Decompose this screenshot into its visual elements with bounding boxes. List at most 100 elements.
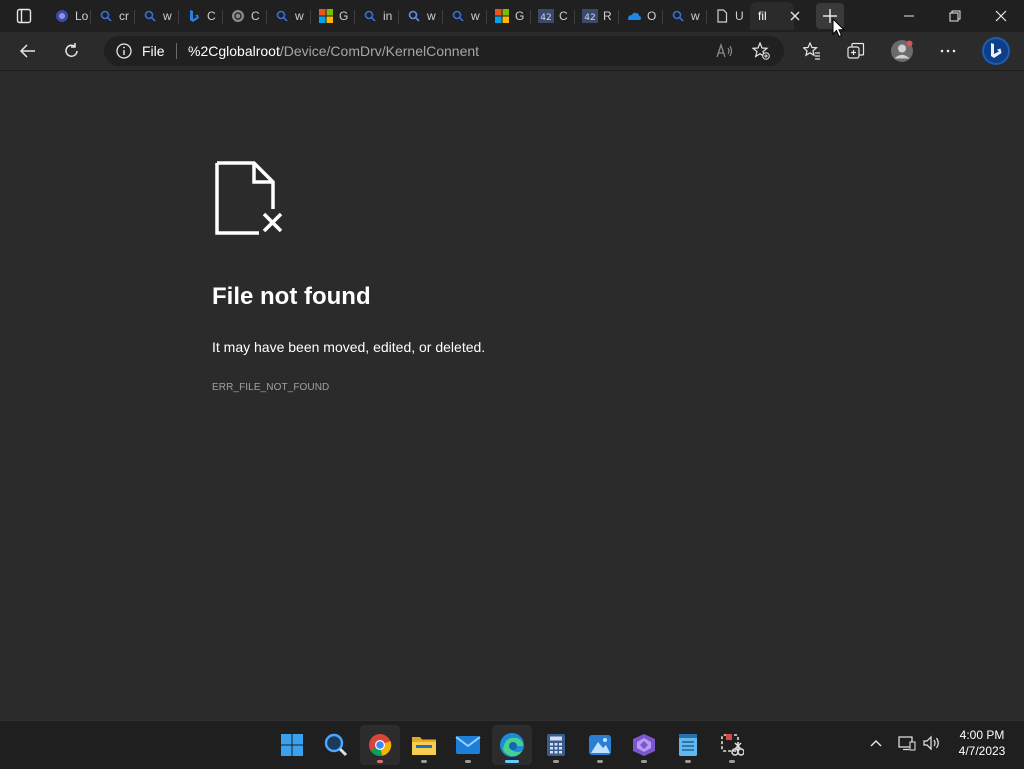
- running-indicator: [465, 760, 471, 763]
- close-icon: [790, 11, 800, 21]
- photos-icon: [589, 735, 611, 755]
- folder-icon: [412, 737, 436, 755]
- network-icon: [898, 736, 916, 751]
- search-icon: [142, 8, 158, 24]
- blue-circle-icon: [54, 8, 70, 24]
- tab[interactable]: O: [618, 2, 662, 30]
- settings-more-button[interactable]: [932, 35, 964, 67]
- tab[interactable]: U: [706, 2, 750, 30]
- search-icon: [98, 8, 114, 24]
- restore-button[interactable]: [932, 0, 978, 32]
- minimize-button[interactable]: [886, 0, 932, 32]
- tab[interactable]: C: [222, 2, 266, 30]
- tab-strip: Lo cr w C C w G in w w G 42 C 42 R O w U…: [0, 0, 1024, 32]
- search-icon: [362, 8, 378, 24]
- taskbar-edge[interactable]: [492, 725, 532, 765]
- clock[interactable]: 4:00 PM 4/7/2023: [948, 727, 1016, 759]
- close-window-button[interactable]: [978, 0, 1024, 32]
- edge-icon: [500, 733, 524, 757]
- profile-button[interactable]: [886, 35, 918, 67]
- scheme-label[interactable]: File: [142, 43, 165, 59]
- tab[interactable]: w: [398, 2, 442, 30]
- tab[interactable]: w: [134, 2, 178, 30]
- tab[interactable]: 42 C: [530, 2, 574, 30]
- tab[interactable]: C: [178, 2, 222, 30]
- tab[interactable]: cr: [90, 2, 134, 30]
- collections-button[interactable]: [840, 35, 872, 67]
- tab[interactable]: Lo: [46, 2, 90, 30]
- snipping-tool-icon: [721, 734, 744, 756]
- tab-title: in: [383, 9, 393, 23]
- active-indicator: [505, 760, 519, 763]
- bing-icon: [186, 8, 202, 24]
- tab-title: w: [295, 9, 304, 23]
- running-indicator: [553, 760, 559, 763]
- tab-title: fil: [758, 9, 767, 23]
- address-bar[interactable]: File %2Cglobalroot/Device/ComDrv/KernelC…: [104, 36, 784, 66]
- speaker-icon: [923, 735, 939, 751]
- taskbar-notepad[interactable]: [668, 725, 708, 765]
- back-button[interactable]: [12, 35, 44, 67]
- taskbar-calculator[interactable]: [536, 725, 576, 765]
- taskbar-photos[interactable]: [580, 725, 620, 765]
- file-not-found-icon: [214, 160, 286, 238]
- url-text[interactable]: %2Cglobalroot/Device/ComDrv/KernelConnen…: [188, 43, 479, 59]
- chrome-icon: [369, 734, 392, 756]
- running-indicator: [597, 760, 603, 763]
- tab-title: G: [515, 9, 525, 23]
- tab-title: O: [647, 9, 657, 23]
- tab[interactable]: w: [442, 2, 486, 30]
- windows-logo-icon: [281, 734, 303, 756]
- url-path: /Device/ComDrv/KernelConnent: [279, 43, 480, 59]
- tab[interactable]: 42 R: [574, 2, 618, 30]
- search-icon: [670, 8, 686, 24]
- taskbar-mail[interactable]: [448, 725, 488, 765]
- tab[interactable]: G: [486, 2, 530, 30]
- tab-actions-button[interactable]: [8, 4, 40, 28]
- number-42-icon: 42: [582, 8, 598, 24]
- info-icon[interactable]: [116, 43, 132, 59]
- volume-button[interactable]: [922, 733, 942, 753]
- add-favorite-icon[interactable]: [752, 42, 770, 60]
- close-tab-button[interactable]: [786, 8, 804, 24]
- tab-title: C: [251, 9, 260, 23]
- tab-title: C: [559, 9, 568, 23]
- visual-studio-icon: [633, 734, 655, 756]
- search-icon: [274, 8, 290, 24]
- taskbar-snipping-tool[interactable]: [712, 725, 752, 765]
- search-icon: [406, 8, 422, 24]
- tab[interactable]: G: [310, 2, 354, 30]
- more-icon: [940, 49, 956, 53]
- running-indicator: [421, 760, 427, 763]
- taskbar-file-explorer[interactable]: [404, 725, 444, 765]
- running-indicator: [729, 760, 735, 763]
- show-hidden-icons-button[interactable]: [866, 733, 886, 753]
- taskbar-search-button[interactable]: [316, 725, 356, 765]
- avatar-icon: [891, 40, 913, 62]
- page-icon: [714, 8, 730, 24]
- calculator-icon: [547, 734, 565, 756]
- url-host: %2Cglobalroot: [188, 43, 280, 59]
- bing-chat-button[interactable]: [978, 33, 1014, 69]
- tab-title: w: [691, 9, 700, 23]
- tab[interactable]: in: [354, 2, 398, 30]
- notepad-icon: [679, 734, 697, 756]
- refresh-button[interactable]: [56, 35, 88, 67]
- running-indicator: [377, 760, 383, 763]
- openai-icon: [230, 8, 246, 24]
- taskbar-visual-studio[interactable]: [624, 725, 664, 765]
- taskbar-chrome[interactable]: [360, 725, 400, 765]
- chevron-up-icon: [870, 740, 882, 747]
- clock-time: 4:00 PM: [959, 728, 1005, 742]
- network-button[interactable]: [897, 733, 917, 753]
- read-aloud-icon[interactable]: [716, 43, 734, 59]
- number-42-icon: 42: [538, 8, 554, 24]
- refresh-icon: [65, 43, 78, 57]
- start-button[interactable]: [272, 725, 312, 765]
- tab-title: R: [603, 9, 612, 23]
- tab[interactable]: w: [266, 2, 310, 30]
- tab[interactable]: w: [662, 2, 706, 30]
- favorites-button[interactable]: [796, 35, 828, 67]
- svg-text:42: 42: [584, 13, 595, 23]
- browser-toolbar: File %2Cglobalroot/Device/ComDrv/KernelC…: [0, 32, 1024, 71]
